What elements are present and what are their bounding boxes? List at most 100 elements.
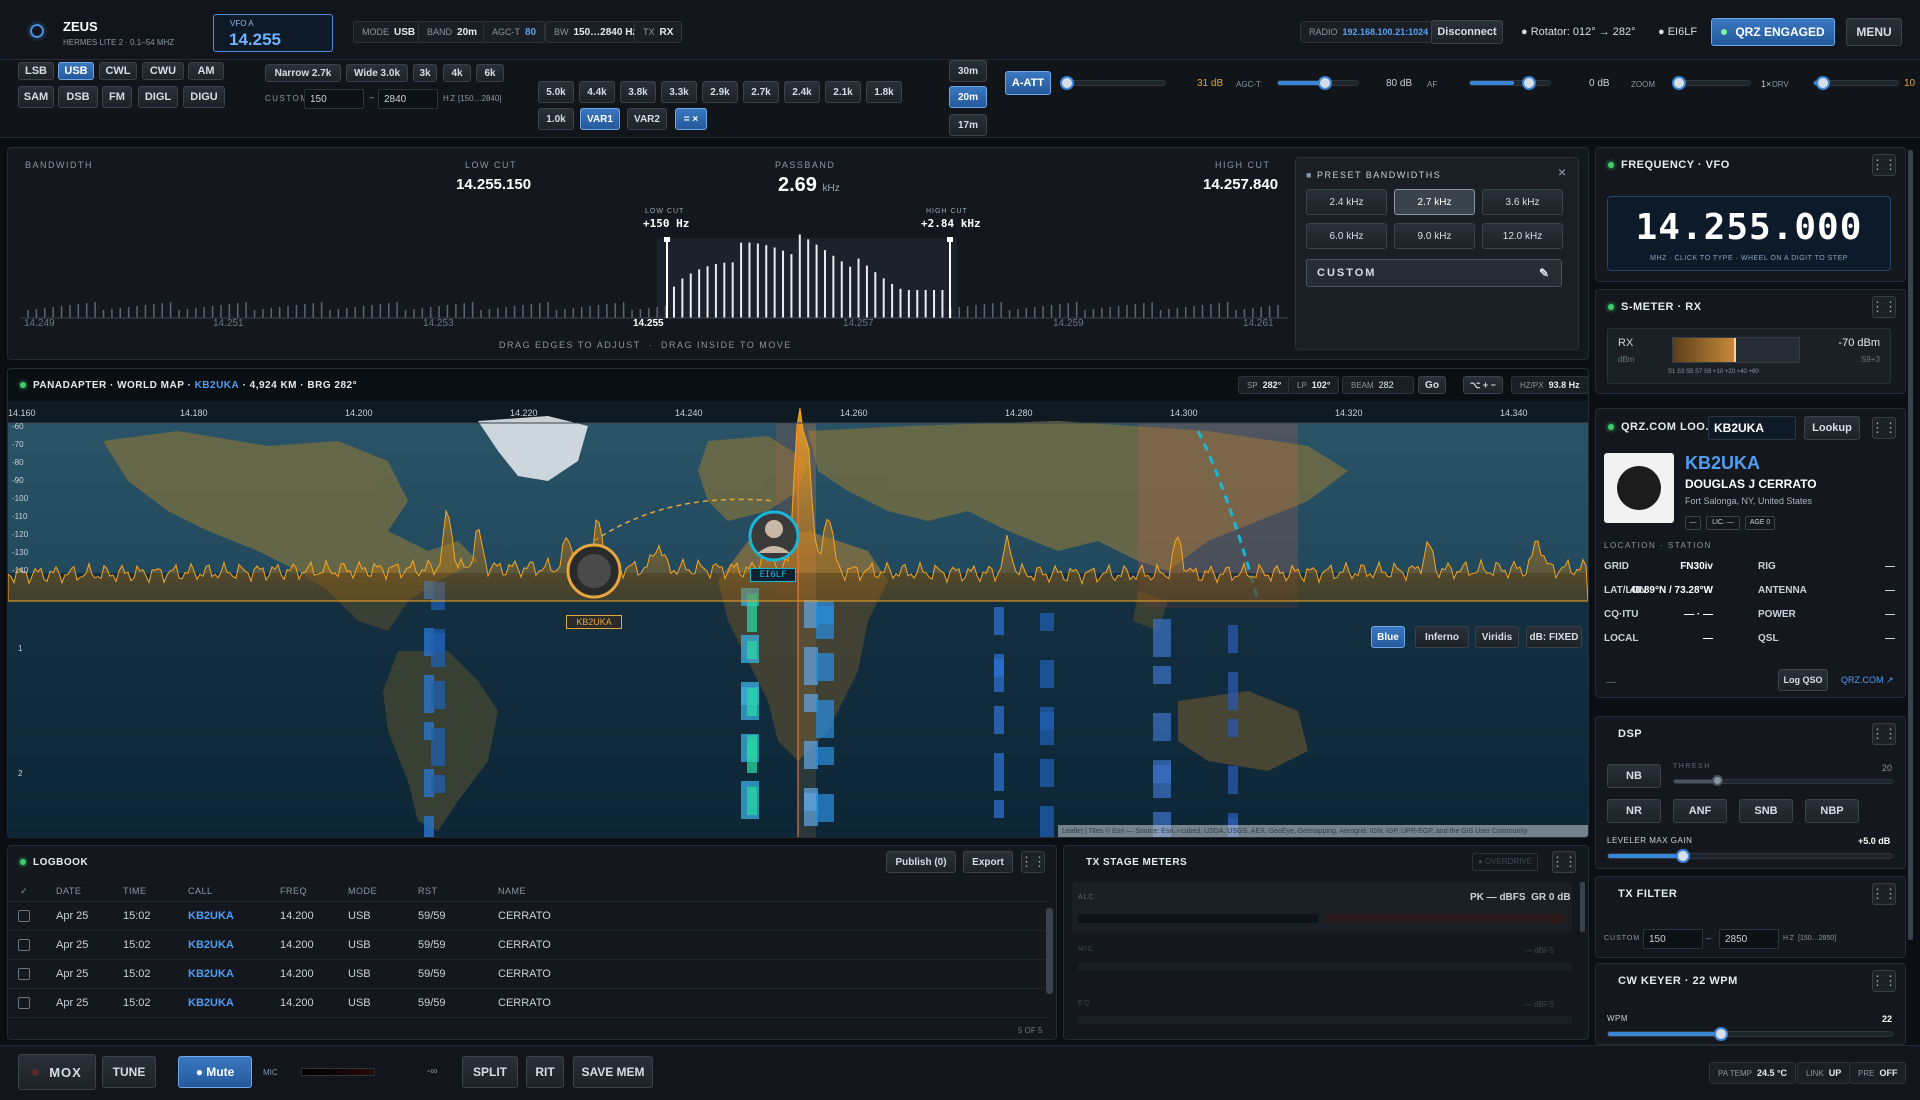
filter-low-input[interactable] — [304, 89, 364, 109]
table-cell[interactable]: KB2UKA — [188, 939, 234, 951]
qrz-com-link[interactable]: QRZ.COM ↗ — [1841, 675, 1894, 686]
table-row[interactable]: Apr 25 15:02 KB2UKA 14.200 USB 59/59 CERRATO — [8, 902, 1048, 931]
menu-button[interactable]: MENU — [1846, 18, 1902, 46]
band-17m-button[interactable]: 17m — [949, 114, 987, 136]
table-cell[interactable]: KB2UKA — [188, 910, 234, 922]
mute-button[interactable]: ● Mute — [178, 1056, 252, 1088]
logbook-column-header[interactable]: FREQ — [280, 886, 307, 896]
home-station-marker[interactable]: KB2UKA — [566, 615, 622, 629]
table-cell[interactable]: KB2UKA — [188, 997, 234, 1009]
row-checkbox[interactable] — [18, 910, 30, 922]
logbook-column-header[interactable]: MODE — [348, 886, 377, 896]
table-row[interactable]: Apr 25 15:02 KB2UKA 14.200 USB 59/59 CERRATO — [8, 960, 1048, 989]
vfo-a-display[interactable]: VFO A 14.255 — [213, 14, 333, 52]
width-var2-button[interactable]: VAR2 — [627, 108, 667, 130]
width-1-0k-button[interactable]: 1.0k — [538, 108, 574, 130]
logbook-column-header[interactable]: TIME — [123, 886, 147, 896]
att-slider[interactable] — [1060, 76, 1166, 90]
mode-cwl-button[interactable]: CWL — [99, 62, 137, 80]
nb-button[interactable]: NB — [1607, 764, 1661, 788]
logbook-column-header[interactable]: ✓ — [20, 886, 28, 897]
preset-2-7-khz-button[interactable]: 2.7 kHz — [1394, 189, 1475, 215]
close-icon[interactable]: × — [1558, 164, 1566, 180]
dsp-panel-menu-icon[interactable]: ⋮⋮ — [1871, 723, 1897, 745]
width-2-4k-button[interactable]: 2.4k — [784, 81, 820, 103]
width-2-1k-button[interactable]: 2.1k — [825, 81, 861, 103]
publish-button[interactable]: Publish (0) — [886, 851, 956, 873]
filter-preset-3k-button[interactable]: 3k — [413, 64, 437, 82]
filter-preset-4k-button[interactable]: 4k — [443, 64, 471, 82]
preset-12-0-khz-button[interactable]: 12.0 kHz — [1482, 223, 1563, 249]
mode-cwu-button[interactable]: CWU — [142, 62, 184, 80]
a-att-button[interactable]: A-ATT — [1005, 71, 1051, 95]
mode-lsb-button[interactable]: LSB — [18, 62, 54, 80]
s-meter-menu-icon[interactable]: ⋮⋮ — [1871, 296, 1897, 318]
save-mem-button[interactable]: SAVE MEM — [573, 1056, 653, 1088]
width-var1-button[interactable]: VAR1 — [580, 108, 620, 130]
log-qso-button[interactable]: Log QSO — [1778, 669, 1828, 691]
width-3-3k-button[interactable]: 3.3k — [661, 81, 697, 103]
rit-button[interactable]: RIT — [526, 1056, 564, 1088]
qrz-engaged-button[interactable]: QRZ ENGAGED — [1711, 18, 1835, 46]
palette-blue-button[interactable]: Blue — [1371, 626, 1405, 648]
sidebar-scrollbar[interactable] — [1908, 150, 1913, 940]
tune-button[interactable]: TUNE — [102, 1056, 156, 1088]
mode-am-button[interactable]: AM — [188, 62, 224, 80]
preset-9-0-khz-button[interactable]: 9.0 kHz — [1394, 223, 1475, 249]
logbook-scrollbar[interactable] — [1046, 908, 1053, 994]
dsp-nbp-button[interactable]: NBP — [1805, 799, 1859, 823]
mox-button[interactable]: MOX — [18, 1054, 96, 1090]
palette-inferno-button[interactable]: Inferno — [1415, 626, 1469, 648]
row-checkbox[interactable] — [18, 968, 30, 980]
filter-preset-wide-3-0k-button[interactable]: Wide 3.0k — [346, 64, 408, 82]
custom-bandwidth-button[interactable]: CUSTOM ✎ — [1306, 259, 1562, 287]
agct-slider[interactable] — [1277, 76, 1359, 90]
leveler-slider[interactable] — [1607, 849, 1893, 863]
wpm-slider[interactable] — [1607, 1027, 1893, 1041]
tx-filter-low-input[interactable] — [1643, 929, 1703, 949]
filter-preset-narrow-2-7k-button[interactable]: Narrow 2.7k — [265, 64, 341, 82]
export-button[interactable]: Export — [963, 851, 1013, 873]
frequency-display[interactable]: 14.255.000 MHZ · CLICK TO TYPE · WHEEL O… — [1607, 196, 1891, 271]
qrz-lookup-button[interactable]: Lookup — [1804, 416, 1860, 440]
dsp-nr-button[interactable]: NR — [1607, 799, 1661, 823]
row-checkbox[interactable] — [18, 997, 30, 1009]
thresh-slider[interactable] — [1673, 775, 1893, 786]
tx-meters-menu-icon[interactable]: ⋮⋮ — [1551, 851, 1577, 873]
width-2-9k-button[interactable]: 2.9k — [702, 81, 738, 103]
table-row[interactable]: Apr 25 15:02 KB2UKA 14.200 USB 59/59 CERRATO — [8, 931, 1048, 960]
tx-filter-high-input[interactable] — [1719, 929, 1779, 949]
beam-go-button[interactable]: Go — [1418, 376, 1446, 394]
mode-usb-button[interactable]: USB — [58, 62, 94, 80]
mode-digu-button[interactable]: DIGU — [183, 86, 225, 108]
qrz-panel-menu-icon[interactable]: ⋮⋮ — [1871, 417, 1897, 439]
band-30m-button[interactable]: 30m — [949, 60, 987, 82]
logbook-column-header[interactable]: DATE — [56, 886, 81, 896]
tx-filter-menu-icon[interactable]: ⋮⋮ — [1871, 883, 1897, 905]
width-2-7k-button[interactable]: 2.7k — [743, 81, 779, 103]
qrz-callsign[interactable]: KB2UKA — [1685, 453, 1760, 474]
drv-slider[interactable] — [1813, 76, 1899, 90]
af-slider[interactable] — [1469, 76, 1551, 90]
mode-dsb-button[interactable]: DSB — [58, 86, 98, 108]
tx-meters-scrollbar[interactable] — [1580, 882, 1585, 932]
palette-viridis-button[interactable]: Viridis — [1475, 626, 1519, 648]
filter-preset-6k-button[interactable]: 6k — [476, 64, 504, 82]
logbook-column-header[interactable]: NAME — [498, 886, 526, 896]
split-button[interactable]: SPLIT — [462, 1056, 518, 1088]
width-5-0k-button[interactable]: 5.0k — [538, 81, 574, 103]
logbook-menu-icon[interactable]: ⋮⋮ — [1020, 851, 1046, 873]
filter-high-input[interactable] — [378, 89, 438, 109]
mode-sam-button[interactable]: SAM — [18, 86, 54, 108]
mode-digl-button[interactable]: DIGL — [138, 86, 178, 108]
logbook-column-header[interactable]: RST — [418, 886, 438, 896]
band-20m-button[interactable]: 20m — [949, 86, 987, 108]
width-1-8k-button[interactable]: 1.8k — [866, 81, 902, 103]
logbook-column-header[interactable]: CALL — [188, 886, 213, 896]
table-row[interactable]: Apr 25 15:02 KB2UKA 14.200 USB 59/59 CERRATO — [8, 989, 1048, 1018]
zoom-controls-button[interactable]: ⌥ + − — [1463, 376, 1503, 394]
zoom-slider[interactable] — [1672, 76, 1751, 90]
palette-db-fixed-button[interactable]: dB: FIXED — [1526, 626, 1582, 648]
preset-3-6-khz-button[interactable]: 3.6 kHz — [1482, 189, 1563, 215]
width-4-4k-button[interactable]: 4.4k — [579, 81, 615, 103]
